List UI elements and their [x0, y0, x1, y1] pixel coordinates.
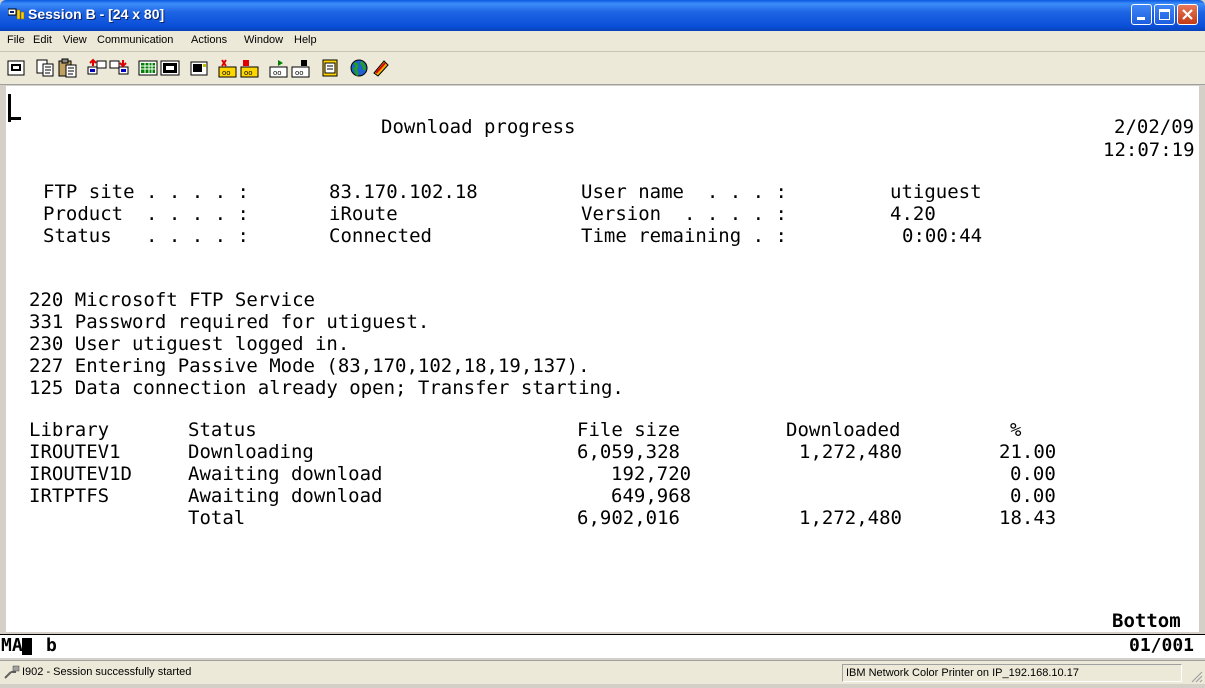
bottom-indicator: Bottom — [1112, 610, 1181, 632]
header-file-size: File size — [577, 419, 680, 441]
operator-information-area: MA b 01/001 — [0, 634, 1205, 658]
row-status: Awaiting download — [188, 485, 383, 507]
row-percent: 0.00 — [1010, 463, 1056, 485]
row-file-size: 192,720 — [611, 463, 692, 485]
header-percent: % — [1010, 419, 1022, 441]
screen-title: Download progress — [381, 116, 576, 138]
oia-mode: MA — [1, 635, 23, 656]
toolbar: oo oo oo oo — [0, 52, 1205, 85]
text-cursor — [9, 117, 21, 120]
log-line: 125 Data connection already open; Transf… — [29, 377, 624, 399]
resize-grip-icon[interactable] — [1191, 670, 1203, 683]
row-downloaded: 1,272,480 — [799, 441, 902, 463]
header-status: Status — [188, 419, 257, 441]
version-value[interactable]: 4.20 — [890, 203, 936, 225]
row-library[interactable]: IROUTEV1 — [29, 441, 121, 463]
version-label: Version . . . . : — [581, 203, 787, 225]
printer-status: IBM Network Color Printer on IP_192.168.… — [842, 664, 1182, 682]
ftp-site-value[interactable]: 83.170.102.18 — [329, 181, 478, 203]
status-message: I902 - Session successfully started — [22, 666, 192, 678]
session-app-icon[interactable] — [7, 8, 25, 22]
globe-icon[interactable] — [349, 58, 369, 78]
record-macro-icon[interactable]: oo — [240, 58, 260, 78]
macro-icon[interactable] — [160, 58, 180, 78]
menu-actions[interactable]: Actions — [191, 34, 227, 46]
svg-text:oo: oo — [222, 69, 231, 77]
menu-help[interactable]: Help — [294, 34, 317, 46]
row-status: Downloading — [188, 441, 314, 463]
title-bar[interactable]: Session B - [24 x 80] — [0, 0, 1205, 31]
screen-date: 2/02/09 — [1114, 116, 1195, 138]
header-downloaded: Downloaded — [786, 419, 901, 441]
total-label: Total — [188, 507, 246, 529]
oia-cursor-position: 01/001 — [1129, 635, 1195, 656]
user-name-label: User name . . . : — [581, 181, 787, 203]
product-label: Product . . . . : — [43, 203, 249, 225]
user-name-value[interactable]: utiguest — [890, 181, 982, 203]
status-value[interactable]: Connected — [329, 225, 432, 247]
total-percent: 18.43 — [999, 507, 1057, 529]
close-button[interactable] — [1177, 4, 1198, 25]
start-macro-icon[interactable]: oo — [269, 58, 289, 78]
row-library[interactable]: IROUTEV1D — [29, 463, 132, 485]
svg-text:oo: oo — [273, 69, 282, 77]
log-line: 227 Entering Passive Mode (83,170,102,18… — [29, 355, 590, 377]
time-remaining-value[interactable]: 0:00:44 — [902, 225, 982, 247]
help-icon[interactable] — [371, 58, 391, 78]
row-percent: 0.00 — [1010, 485, 1056, 507]
ftp-site-label: FTP site . . . . : — [43, 181, 249, 203]
log-line: 220 Microsoft FTP Service — [29, 289, 315, 311]
row-file-size: 649,968 — [611, 485, 692, 507]
row-status: Awaiting download — [188, 463, 383, 485]
status-bar: I902 - Session successfully started IBM … — [0, 660, 1205, 684]
total-file-size: 6,902,016 — [577, 507, 680, 529]
row-library[interactable]: IRTPTFS — [29, 485, 109, 507]
minimize-button[interactable] — [1131, 4, 1152, 25]
clipboard-icon[interactable] — [189, 58, 209, 78]
oia-session-letter: b — [46, 635, 57, 656]
notepad-icon[interactable] — [320, 58, 340, 78]
svg-text:oo: oo — [295, 69, 304, 77]
log-line: 331 Password required for utiguest. — [29, 311, 430, 333]
product-value[interactable]: iRoute — [329, 203, 398, 225]
menu-view[interactable]: View — [63, 34, 87, 46]
time-remaining-label: Time remaining . : — [581, 225, 787, 247]
header-library: Library — [29, 419, 110, 441]
play-macro-icon[interactable]: oo — [218, 58, 238, 78]
stop-macro-icon[interactable]: oo — [291, 58, 311, 78]
menu-window[interactable]: Window — [244, 34, 283, 46]
receive-file-icon[interactable] — [109, 58, 129, 78]
send-file-icon[interactable] — [87, 58, 107, 78]
menu-edit[interactable]: Edit — [33, 34, 52, 46]
display-keypad-icon[interactable] — [138, 58, 158, 78]
menu-communication[interactable]: Communication — [97, 34, 173, 46]
copy-icon[interactable] — [36, 58, 56, 78]
row-percent: 21.00 — [999, 441, 1057, 463]
svg-text:oo: oo — [244, 69, 253, 77]
screen-time: 12:07:19 — [1103, 139, 1195, 161]
paste-icon[interactable] — [58, 58, 78, 78]
menu-file[interactable]: File — [7, 34, 25, 46]
maximize-button[interactable] — [1154, 4, 1175, 25]
terminal-screen[interactable]: Download progress 2/02/09 12:07:19 FTP s… — [6, 86, 1199, 632]
session-connected-icon — [4, 665, 20, 679]
status-label: Status . . . . : — [43, 225, 249, 247]
total-downloaded: 1,272,480 — [799, 507, 902, 529]
oia-cursor-block — [22, 638, 32, 655]
menu-bar: File Edit View Communication Actions Win… — [0, 31, 1205, 52]
window-title: Session B - [24 x 80] — [28, 6, 165, 22]
log-line: 230 User utiguest logged in. — [29, 333, 350, 355]
row-file-size: 6,059,328 — [577, 441, 680, 463]
print-screen-icon[interactable] — [6, 58, 26, 78]
